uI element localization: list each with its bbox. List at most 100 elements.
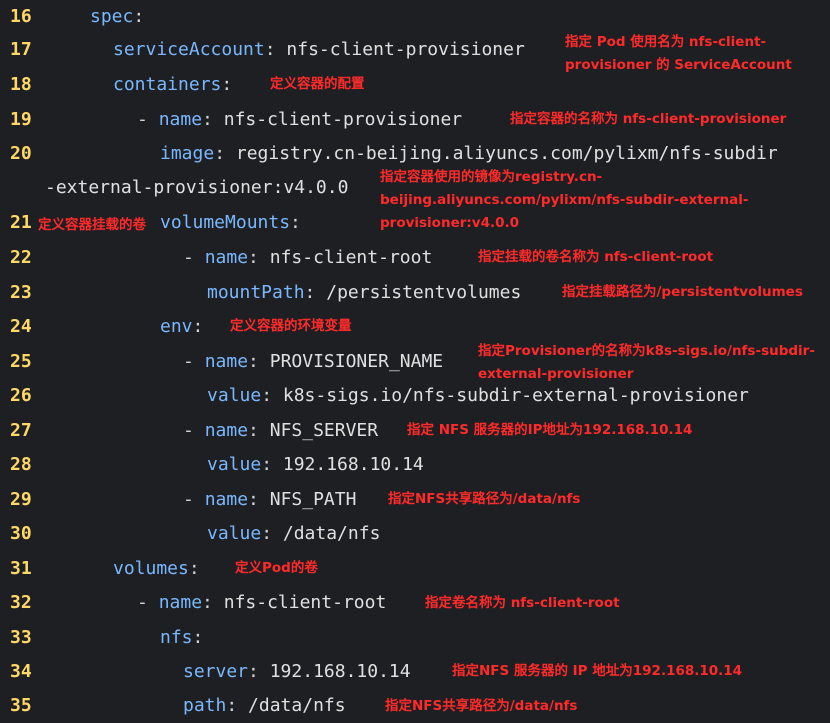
code-separator: : — [226, 695, 249, 716]
annotation-volume-name: 指定卷名称为 nfs-client-root — [425, 595, 620, 611]
annotation-containers: 定义容器的配置 — [270, 76, 365, 92]
code-value: /data/nfs — [282, 523, 381, 544]
code-line: - name: nfs-client-root — [137, 591, 386, 615]
annotation-provisioner-name: 指定Provisioner的名称为k8s-sigs.io/nfs-subdir-… — [478, 343, 815, 382]
code-editor[interactable]: 16 spec: 17 serviceAccount: nfs-client-prov… — [0, 0, 830, 723]
code-key: name — [204, 489, 249, 510]
code-separator: : — [192, 316, 204, 337]
line-number: 34 — [10, 661, 32, 682]
code-value: /data/nfs — [248, 695, 346, 716]
code-value: /persistentvolumes — [326, 282, 522, 303]
code-key: mountPath — [207, 282, 305, 303]
code-key: containers — [113, 74, 222, 95]
code-separator: : — [304, 282, 327, 303]
annotation-image: 指定容器使用的镜像为registry.cn- beijing.aliyuncs.… — [380, 169, 749, 231]
code-line: path: /data/nfs — [183, 694, 346, 718]
code-separator: : — [264, 39, 287, 60]
code-line: volumeMounts: — [160, 211, 301, 235]
annotation-service-account: 指定 Pod 使用名为 nfs-client- provisioner 的 Se… — [565, 34, 792, 73]
line-number: 18 — [10, 74, 32, 95]
code-dash: - — [137, 109, 159, 130]
code-separator: : — [248, 661, 270, 682]
annotation-nfs-path: 指定NFS共享路径为/data/nfs — [388, 491, 581, 507]
annotation-volume-mounts: 定义容器挂载的卷 — [38, 217, 146, 233]
annotation-mount-name: 指定挂载的卷名称为 nfs-client-root — [478, 249, 714, 265]
annotation-mount-path: 指定挂载路径为/persistentvolumes — [562, 284, 803, 300]
code-dash: - — [137, 592, 159, 613]
annotation-nfs-server: 指定 NFS 服务器的IP地址为192.168.10.14 — [407, 422, 693, 438]
code-value: -external-provisioner:v4.0.0 — [45, 177, 349, 198]
code-key: path — [183, 695, 227, 716]
code-separator: : — [248, 351, 270, 372]
code-line: - name: nfs-client-root — [183, 246, 432, 270]
code-key: serviceAccount — [113, 39, 265, 60]
code-value: NFS_SERVER — [269, 420, 379, 441]
code-separator: : — [192, 627, 204, 648]
annotation-volume-server: 指定NFS 服务器的 IP 地址为192.168.10.14 — [452, 663, 743, 679]
code-key: env — [160, 316, 193, 337]
code-line: nfs: — [160, 626, 203, 650]
line-number: 33 — [10, 627, 32, 648]
code-line: value: k8s-sigs.io/nfs-subdir-external-p… — [207, 384, 749, 408]
line-number: 25 — [10, 351, 32, 372]
code-line: - name: NFS_SERVER — [183, 419, 378, 443]
code-key: value — [207, 523, 262, 544]
code-separator: : — [202, 109, 224, 130]
code-value: 192.168.10.14 — [269, 661, 411, 682]
code-key: nfs — [160, 627, 193, 648]
line-number: 30 — [10, 523, 32, 544]
code-separator: : — [188, 558, 200, 579]
code-line: mountPath: /persistentvolumes — [207, 281, 521, 305]
code-separator: : — [214, 143, 236, 164]
code-line: image: registry.cn-beijing.aliyuncs.com/… — [160, 142, 778, 166]
line-number: 22 — [10, 247, 32, 268]
annotation-container-name: 指定容器的名称为 nfs-client-provisioner — [510, 111, 787, 127]
code-separator: : — [202, 592, 224, 613]
code-key: name — [158, 109, 203, 130]
code-value: k8s-sigs.io/nfs-subdir-external-provisio… — [282, 385, 749, 406]
code-value: nfs-client-root — [223, 592, 387, 613]
code-line: - name: nfs-client-provisioner — [137, 108, 462, 132]
line-number: 23 — [10, 282, 32, 303]
code-separator: : — [261, 385, 283, 406]
annotation-volumes: 定义Pod的卷 — [235, 560, 318, 576]
line-number: 20 — [10, 143, 32, 164]
code-line: env: — [160, 315, 203, 339]
code-value: nfs-client-provisioner — [286, 39, 525, 60]
code-key: name — [204, 351, 249, 372]
code-line: value: 192.168.10.14 — [207, 453, 424, 477]
code-dash: - — [183, 247, 205, 268]
code-value: 192.168.10.14 — [282, 454, 424, 475]
line-number: 26 — [10, 385, 32, 406]
line-number: 35 — [10, 695, 32, 716]
line-number: 24 — [10, 316, 32, 337]
code-separator: : — [248, 489, 270, 510]
line-number: 21 — [10, 212, 32, 233]
code-line: - name: NFS_PATH — [183, 488, 356, 512]
code-separator: : — [248, 247, 270, 268]
code-key: image — [160, 143, 215, 164]
code-separator: : — [221, 74, 233, 95]
line-number: 28 — [10, 454, 32, 475]
code-key: spec — [90, 6, 134, 27]
code-value: NFS_PATH — [269, 489, 357, 510]
line-number: 29 — [10, 489, 32, 510]
line-number: 31 — [10, 558, 32, 579]
code-dash: - — [183, 351, 205, 372]
annotation-env: 定义容器的环境变量 — [230, 318, 352, 334]
line-number: 27 — [10, 420, 32, 441]
code-value: nfs-client-root — [269, 247, 433, 268]
code-line: containers: — [113, 73, 232, 97]
line-number: 32 — [10, 592, 32, 613]
code-key: server — [183, 661, 249, 682]
code-separator: : — [133, 6, 145, 27]
code-key: volumes — [113, 558, 189, 579]
code-line: serviceAccount: nfs-client-provisioner — [113, 38, 525, 62]
code-separator: : — [290, 212, 301, 233]
code-separator: : — [261, 523, 283, 544]
code-key: value — [207, 385, 262, 406]
code-line: value: /data/nfs — [207, 522, 380, 546]
code-value: PROVISIONER_NAME — [269, 351, 444, 372]
code-line: spec: — [90, 5, 144, 29]
line-number: 19 — [10, 109, 32, 130]
